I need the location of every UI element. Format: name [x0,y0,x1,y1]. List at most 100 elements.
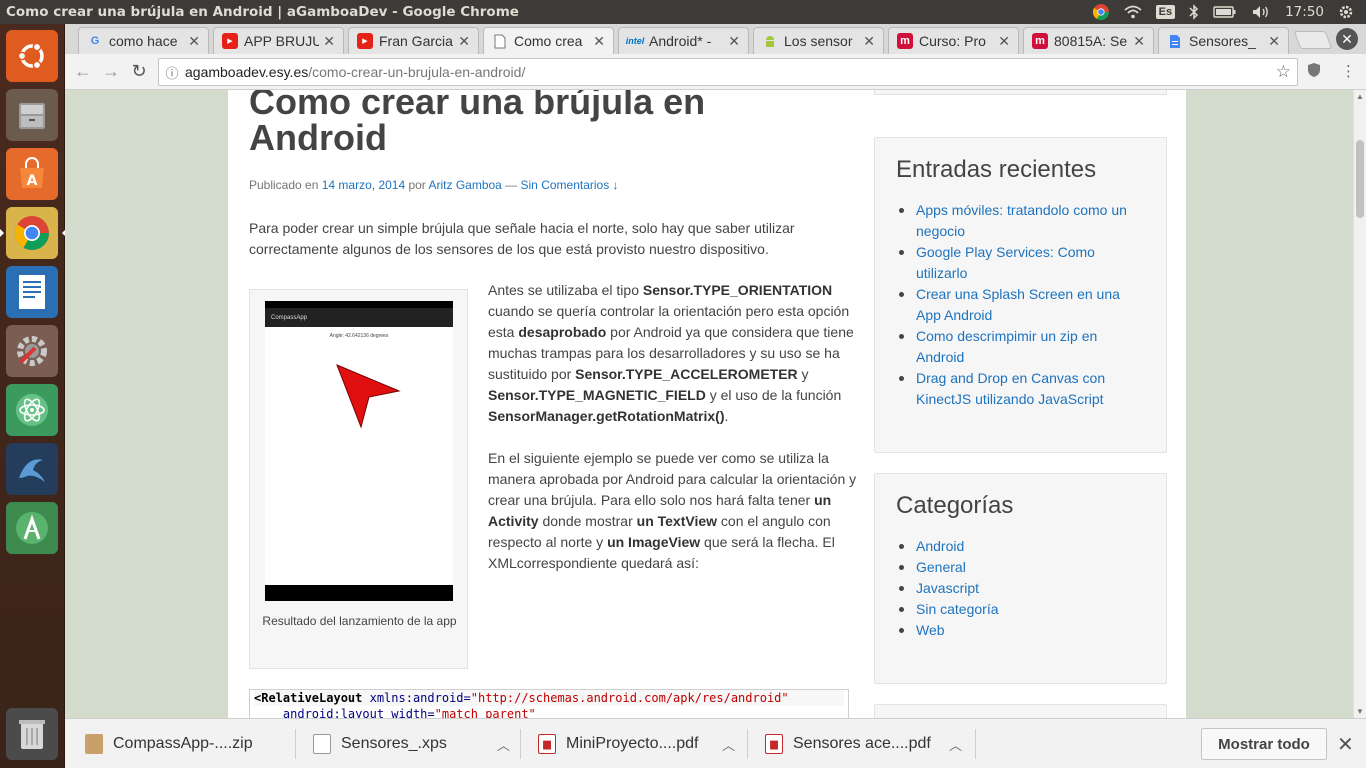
system-settings-icon[interactable] [6,325,58,377]
post-meta: Publicado en 14 marzo, 2014 por Aritz Ga… [249,178,619,192]
mysql-workbench-icon[interactable] [6,443,58,495]
files-icon[interactable] [6,89,58,141]
download-name: CompassApp-....zip [113,735,253,752]
download-item-0[interactable]: CompassApp-....zip [85,727,263,761]
ubuntu-dash-icon[interactable] [6,30,58,82]
chrome-indicator-icon[interactable] [1092,3,1110,21]
close-downloads-icon[interactable]: ✕ [1337,732,1354,757]
bookmark-star-icon[interactable]: ☆ [1276,62,1291,82]
download-item-2[interactable]: ▆ MiniProyecto....pdf ︿ [538,727,735,761]
comments-link[interactable]: Sin Comentarios ↓ [521,178,619,192]
close-tab-icon[interactable]: ✕ [863,33,875,50]
back-arrow-icon[interactable]: ← [69,58,97,86]
bold-term: Sensor.TYPE_ORIENTATION [642,282,833,298]
recent-link[interactable]: Crear una Splash Screen en una App Andro… [896,284,1146,326]
url-path: /como-crear-un-brujula-en-android/ [308,64,526,80]
text-run: Antes se utilizaba el tipo [488,282,643,298]
power-gear-icon[interactable] [1338,4,1354,20]
separator [975,729,976,759]
close-tab-icon[interactable]: ✕ [593,33,605,50]
chrome-icon[interactable] [0,207,66,259]
post-date-link[interactable]: 14 marzo, 2014 [322,178,405,192]
categories-link[interactable]: Android [896,536,1146,557]
close-tab-icon[interactable]: ✕ [728,33,740,50]
pdf-icon: ▆ [538,734,556,754]
bold-term: un ImageView [607,534,701,550]
recent-link[interactable]: Apps móviles: tratandolo como un negocio [896,200,1146,242]
info-icon[interactable]: ⓘ [159,63,185,82]
zip-file-icon [85,734,103,754]
libreoffice-writer-icon[interactable] [6,266,58,318]
categories-link[interactable]: Javascript [896,578,1146,599]
categories-link[interactable]: Sin categoría [896,599,1146,620]
chevron-up-icon[interactable]: ︿ [497,735,510,754]
tab-0[interactable]: G como hace ✕ [78,27,209,54]
chevron-up-icon[interactable]: ︿ [722,735,735,754]
tab-label: Sensores_ [1189,33,1256,49]
close-tab-icon[interactable]: ✕ [998,33,1010,50]
download-name: Sensores_.xps [341,735,447,752]
author-link[interactable]: Aritz Gamboa [428,178,501,192]
window-close-icon[interactable]: ✕ [1336,28,1358,50]
youtube-icon: ▶ [357,33,373,49]
pdf-icon: ▆ [765,734,783,754]
shield-extension-icon[interactable] [1307,62,1321,82]
screenshot-figure: CompassApp Angle: 42.642136 degrees Resu… [249,289,468,669]
intel-icon: intel [625,36,645,46]
recent-link[interactable]: Google Play Services: Como utilizarlo [896,242,1146,284]
categories-link[interactable]: Web [896,620,1146,641]
android-studio-icon[interactable] [6,502,58,554]
tab-6[interactable]: m Curso: Pro ✕ [888,27,1019,54]
tab-1[interactable]: ▶ APP BRUJU ✕ [213,27,344,54]
atom-icon[interactable] [6,384,58,436]
volume-icon[interactable] [1251,4,1271,20]
scroll-down-icon[interactable]: ▼ [1356,707,1364,716]
page-icon [492,33,508,49]
battery-icon[interactable] [1213,5,1237,19]
close-tab-icon[interactable]: ✕ [323,33,335,50]
download-name: MiniProyecto....pdf [566,735,699,752]
recent-posts-title: Entradas recientes [896,156,1097,183]
tab-7[interactable]: m 80815A: Se ✕ [1023,27,1154,54]
tab-4[interactable]: intel Android* - ✕ [618,27,749,54]
text-run: y [797,366,809,382]
show-all-downloads-button[interactable]: Mostrar todo [1201,728,1327,760]
categories-link[interactable]: General [896,557,1146,578]
trash-icon[interactable] [6,708,58,760]
download-item-3[interactable]: ▆ Sensores ace....pdf ︿ [765,727,962,761]
scroll-up-icon[interactable]: ▲ [1356,92,1364,101]
close-tab-icon[interactable]: ✕ [1133,33,1145,50]
url-host: agamboadev.esy.es [185,64,309,80]
tab-8[interactable]: Sensores_ ✕ [1158,27,1289,54]
youtube-icon: ▶ [222,33,238,49]
recent-link[interactable]: Drag and Drop en Canvas con KinectJS uti… [896,368,1146,410]
tab-label: Android* - [649,33,712,49]
clock[interactable]: 17:50 [1285,4,1324,20]
tab-5[interactable]: Los sensor ✕ [753,27,884,54]
close-tab-icon[interactable]: ✕ [1268,33,1280,50]
close-tab-icon[interactable]: ✕ [458,33,470,50]
download-item-1[interactable]: Sensores_.xps ︿ [313,727,510,761]
chevron-up-icon[interactable]: ︿ [949,735,962,754]
figure-caption: Resultado del lanzamiento de la app [262,614,457,628]
forward-arrow-icon[interactable]: → [97,58,125,86]
bluetooth-icon[interactable] [1189,4,1199,20]
browser-window: G como hace ✕ ▶ APP BRUJU ✕ ▶ Fran Garci… [65,24,1366,768]
meta-by: por [405,178,429,192]
new-tab-button[interactable] [1293,31,1333,49]
tab-2[interactable]: ▶ Fran Garcia ✕ [348,27,479,54]
software-center-icon[interactable]: A [6,148,58,200]
close-tab-icon[interactable]: ✕ [188,33,200,50]
keyboard-layout-indicator[interactable]: Es [1155,5,1176,19]
scrollbar-thumb[interactable] [1356,140,1364,218]
menu-icon[interactable]: ⋮ [1341,62,1356,82]
code-attr: android:layout_width= [254,707,435,718]
search-widget [874,90,1167,95]
page-scrollbar[interactable]: ▲ ▼ [1353,90,1366,718]
tab-3-active[interactable]: Como crea ✕ [483,27,614,54]
address-bar[interactable]: ⓘ agamboadev.esy.es/como-crear-un-brujul… [158,58,1298,86]
separator [747,729,748,759]
wifi-icon[interactable] [1124,5,1142,19]
recent-link[interactable]: Como descrimpimir un zip en Android [896,326,1146,368]
reload-icon[interactable]: ↻ [125,58,153,86]
